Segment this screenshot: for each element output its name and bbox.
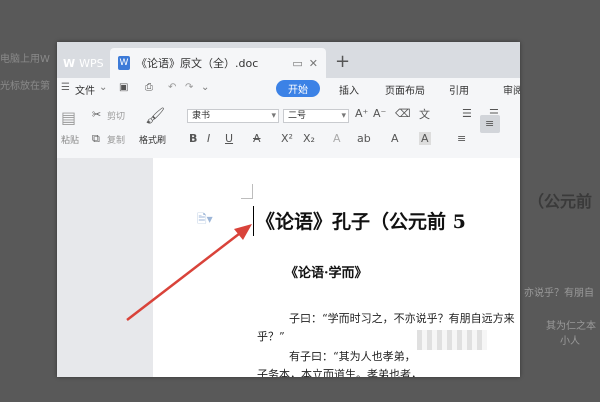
annotation-arrow-head bbox=[234, 224, 252, 240]
annotation-arrow-icon bbox=[126, 224, 252, 321]
annotation-arrow-shaft bbox=[126, 226, 249, 321]
